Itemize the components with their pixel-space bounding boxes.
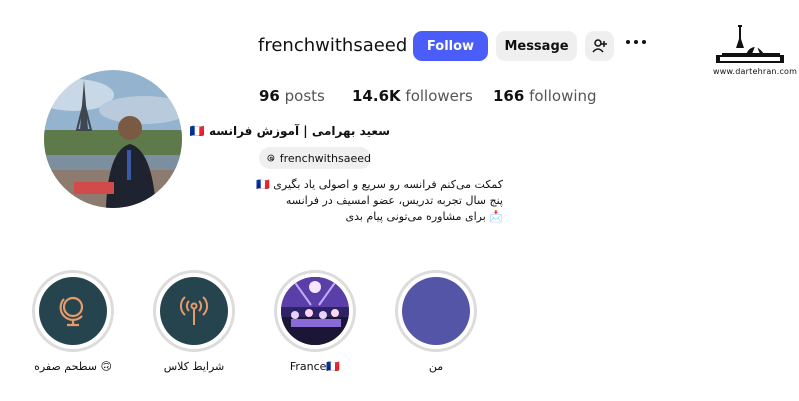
posts-label: posts [284, 87, 325, 105]
posts-count: 96 [259, 87, 280, 105]
bio-line: پنج سال تجربه تدریس، عضو امسیف در فرانسه [285, 194, 503, 207]
highlight-0[interactable] [32, 270, 114, 352]
following-count: 166 [493, 87, 525, 105]
followers-label: followers [405, 87, 473, 105]
posts-stat: 96 posts [259, 87, 325, 105]
highlight-label: شرایط کلاس [163, 360, 225, 373]
following-label: following [529, 87, 597, 105]
threads-handle: frenchwithsaeed [279, 151, 371, 165]
followers-count: 14.6K [352, 87, 401, 105]
bio-line: 📩 برای مشاوره می‌تونی پیام بدی [345, 210, 503, 223]
more-options-icon[interactable] [626, 40, 646, 44]
highlight-3[interactable] [395, 270, 477, 352]
add-person-icon [591, 39, 607, 53]
highlight-1[interactable] [153, 270, 235, 352]
profile-bio: کمکت می‌کنم فرانسه رو سریع و اصولی یاد ب… [203, 177, 503, 225]
followers-stat[interactable]: 14.6K followers [352, 87, 473, 105]
highlight-label: سطحم صفره 🙃 [34, 360, 112, 373]
highlight-label: France🇫🇷 [289, 360, 341, 373]
watermark-url: www.dartehran.com [713, 67, 798, 76]
globe-icon [59, 296, 84, 327]
avatar-photo [44, 70, 182, 208]
highlight-label: من [428, 360, 444, 373]
highlight-2[interactable] [274, 270, 356, 352]
concert-photo [281, 277, 349, 345]
profile-full-name: سعید بهرامی | آموزش فرانسه 🇫🇷 [189, 124, 390, 138]
threads-link[interactable]: frenchwithsaeed [259, 147, 371, 169]
broadcast-icon [179, 296, 209, 325]
follow-button[interactable]: Follow [413, 31, 488, 61]
profile-avatar[interactable] [44, 70, 182, 208]
highlight-cover [402, 277, 470, 345]
threads-icon [267, 154, 275, 162]
suggest-accounts-button[interactable] [585, 31, 614, 61]
message-button[interactable]: Message [496, 31, 577, 61]
following-stat[interactable]: 166 following [493, 87, 597, 105]
profile-username: frenchwithsaeed [258, 35, 408, 56]
bio-line: کمکت می‌کنم فرانسه رو سریع و اصولی یاد ب… [256, 178, 503, 191]
